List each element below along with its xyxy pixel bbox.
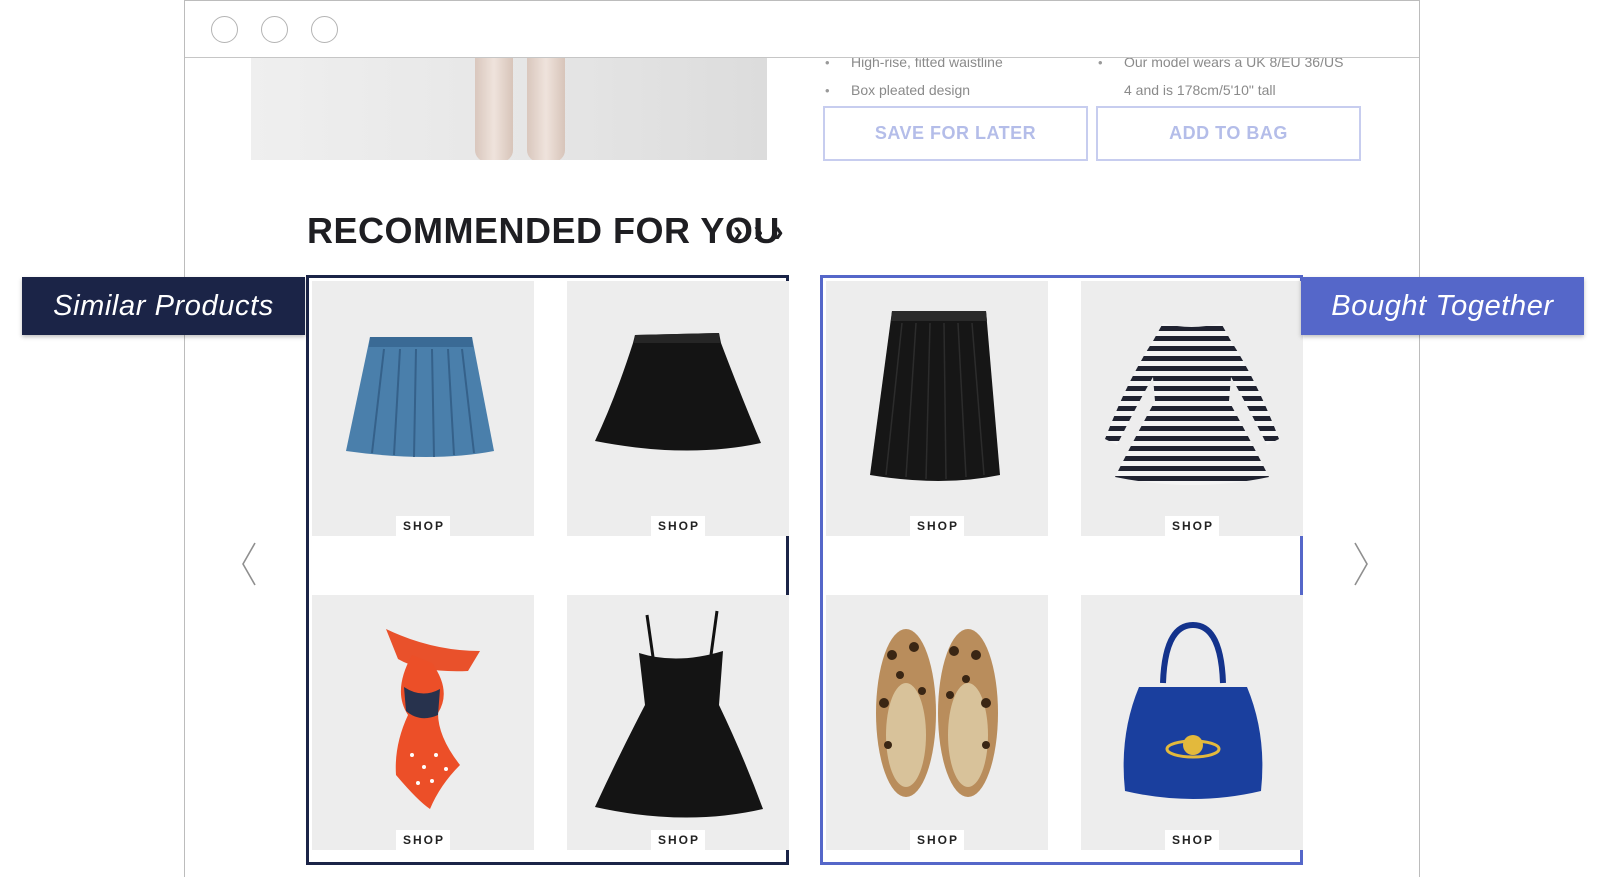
product-card-silk-scarf[interactable]: SHOP [312, 595, 534, 850]
orange-scarf-image [386, 629, 480, 809]
similar-products-label: Similar Products [22, 277, 305, 335]
product-bullet-continued: 4 and is 178cm/5'10" tall [1124, 82, 1276, 99]
save-for-later-button[interactable]: SAVE FOR LATER [823, 106, 1088, 161]
black-skirt-image [595, 333, 761, 451]
add-to-bag-button[interactable]: ADD TO BAG [1096, 106, 1361, 161]
chevron-right-icon[interactable] [1353, 541, 1369, 595]
product-image [251, 58, 767, 160]
denim-skirt-image [346, 337, 494, 458]
black-dress-image [595, 610, 763, 818]
product-card-black-skater-skirt[interactable]: SHOP [567, 281, 789, 536]
striped-dress-image [1105, 323, 1279, 485]
shop-button[interactable]: SHOP [910, 830, 964, 850]
blue-handbag-image [1123, 621, 1263, 799]
shop-button[interactable]: SHOP [910, 516, 964, 536]
shop-button[interactable]: SHOP [1165, 830, 1219, 850]
window-maximize-button[interactable] [311, 16, 338, 43]
window-close-button[interactable] [211, 16, 238, 43]
similar-products-group: SHOP SHOP SHOP SHOP [306, 275, 789, 865]
bought-together-group: SHOP SHOP SHOP SHOP [820, 275, 1303, 865]
window-titlebar [185, 1, 1419, 58]
bought-together-label: Bought Together [1301, 277, 1584, 335]
bullet-text: Box pleated design [851, 82, 971, 98]
shop-button[interactable]: SHOP [396, 516, 450, 536]
shop-button[interactable]: SHOP [651, 830, 705, 850]
product-card-black-dress[interactable]: SHOP [567, 595, 789, 850]
section-title: RECOMMENDED FOR YOU [307, 210, 780, 251]
shop-button[interactable]: SHOP [1165, 516, 1219, 536]
section-arrows-icon[interactable]: › › › [733, 215, 785, 249]
shop-button[interactable]: SHOP [651, 516, 705, 536]
shop-button[interactable]: SHOP [396, 830, 450, 850]
product-card-pleated-skirt[interactable]: SHOP [826, 281, 1048, 536]
product-bullet: • Box pleated design [825, 82, 971, 98]
model-leg-left [475, 58, 513, 160]
window-minimize-button[interactable] [261, 16, 288, 43]
product-card-leopard-loafers[interactable]: SHOP [826, 595, 1048, 850]
product-card-denim-skirt[interactable]: SHOP [312, 281, 534, 536]
product-card-striped-dress[interactable]: SHOP [1081, 281, 1303, 536]
pleated-skirt-image [870, 311, 1000, 481]
chevron-left-icon[interactable] [241, 541, 257, 595]
bullet-text: 4 and is 178cm/5'10" tall [1124, 82, 1276, 98]
leopard-loafers-image [876, 629, 998, 797]
product-card-blue-handbag[interactable]: SHOP [1081, 595, 1303, 850]
model-leg-right [527, 58, 565, 160]
